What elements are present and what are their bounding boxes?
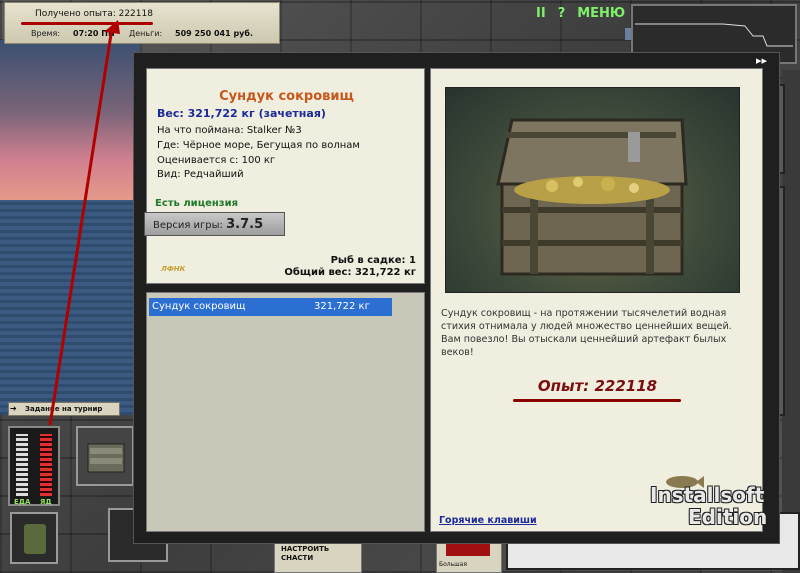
game-version-badge: Версия игры: 3.7.5	[144, 212, 285, 236]
catch-info-card: Сундук сокровищ Вес: 321,722 кг (зачетна…	[146, 68, 425, 284]
keeper-list-panel: Сундук сокровищ 321,722 кг	[146, 292, 425, 532]
experience-gained: Опыт: 222118	[537, 377, 658, 395]
tournament-task-button[interactable]: Задание на турнир	[8, 402, 120, 416]
game-logo: ЛФНК	[161, 265, 186, 273]
tune-tackle-button[interactable]: НАСТРОИТЬ СНАСТИ	[274, 540, 362, 573]
top-menu: II ? МЕНЮ	[536, 6, 625, 21]
catch-kind: Вид: Редчайший	[157, 169, 244, 180]
tune-tackle-label: НАСТРОИТЬ СНАСТИ	[281, 545, 330, 562]
pause-button[interactable]: II	[536, 6, 546, 21]
time-value: 07:20 ПН	[73, 29, 115, 38]
food-poison-meters: ЕДА ЯД	[8, 426, 60, 506]
arrow-right-icon: ➔	[10, 404, 17, 413]
menu-button[interactable]: МЕНЮ	[577, 6, 625, 21]
hotkeys-link[interactable]: Горячие клавиши	[439, 515, 537, 526]
installsoft-watermark: Installsoft Edition	[650, 484, 767, 528]
help-button[interactable]: ?	[558, 6, 566, 21]
keeper-list-item[interactable]: Сундук сокровищ 321,722 кг	[149, 298, 392, 316]
poison-meter	[40, 434, 52, 496]
xp-received: Получено опыта: 222118	[35, 9, 153, 19]
keeper-item-name: Сундук сокровищ	[152, 301, 246, 312]
license-status: Есть лицензия	[155, 198, 239, 209]
poison-label: ЯД	[40, 498, 52, 506]
bait-size-label: Большая	[439, 561, 467, 568]
xp-highlight-underline	[21, 22, 153, 25]
sky-scene	[0, 40, 140, 200]
catch-description: Сундук сокровищ - на протяжении тысячеле…	[441, 308, 732, 358]
caught-with: На что поймана: Stalker №3	[157, 125, 302, 136]
time-label: Время:	[31, 29, 61, 38]
money-value: 509 250 041 руб.	[175, 29, 254, 38]
food-meter	[16, 434, 28, 496]
fast-forward-button[interactable]: ▸▸	[756, 54, 780, 68]
catch-location: Где: Чёрное море, Бегущая по волнам	[157, 140, 360, 151]
tackle-box-slot[interactable]	[76, 426, 134, 486]
version-value: 3.7.5	[226, 217, 264, 232]
catch-weight: Вес: 321,722 кг (зачетная)	[157, 107, 326, 120]
experience-underline	[513, 399, 681, 402]
top-info-panel: Получено опыта: 222118 Время: 07:20 ПН Д…	[4, 2, 280, 44]
bait-can-icon	[24, 524, 46, 554]
sea-scene	[0, 200, 140, 415]
watermark-line1: Installsoft	[650, 483, 765, 507]
food-label: ЕДА	[14, 498, 31, 506]
valued-from: Оценивается с: 100 кг	[157, 155, 276, 166]
catch-description-panel: Сундук сокровищ - на протяжении тысячеле…	[430, 68, 763, 532]
tackle-box-icon	[87, 443, 125, 473]
money-label: Деньги:	[129, 29, 163, 38]
watermark-line2: Edition	[688, 505, 768, 529]
treasure-chest-photo	[445, 87, 740, 293]
keeper-item-weight: 321,722 кг	[314, 301, 370, 312]
total-weight: Общий вес: 321,722 кг	[284, 267, 416, 278]
tournament-label: Задание на турнир	[25, 405, 103, 413]
catch-title: Сундук сокровищ	[219, 89, 354, 104]
treasure-chest-icon	[496, 118, 688, 276]
bait-can-slot[interactable]	[10, 512, 58, 564]
version-label: Версия игры:	[153, 220, 223, 231]
keeper-count: Рыб в садке: 1	[330, 255, 416, 266]
